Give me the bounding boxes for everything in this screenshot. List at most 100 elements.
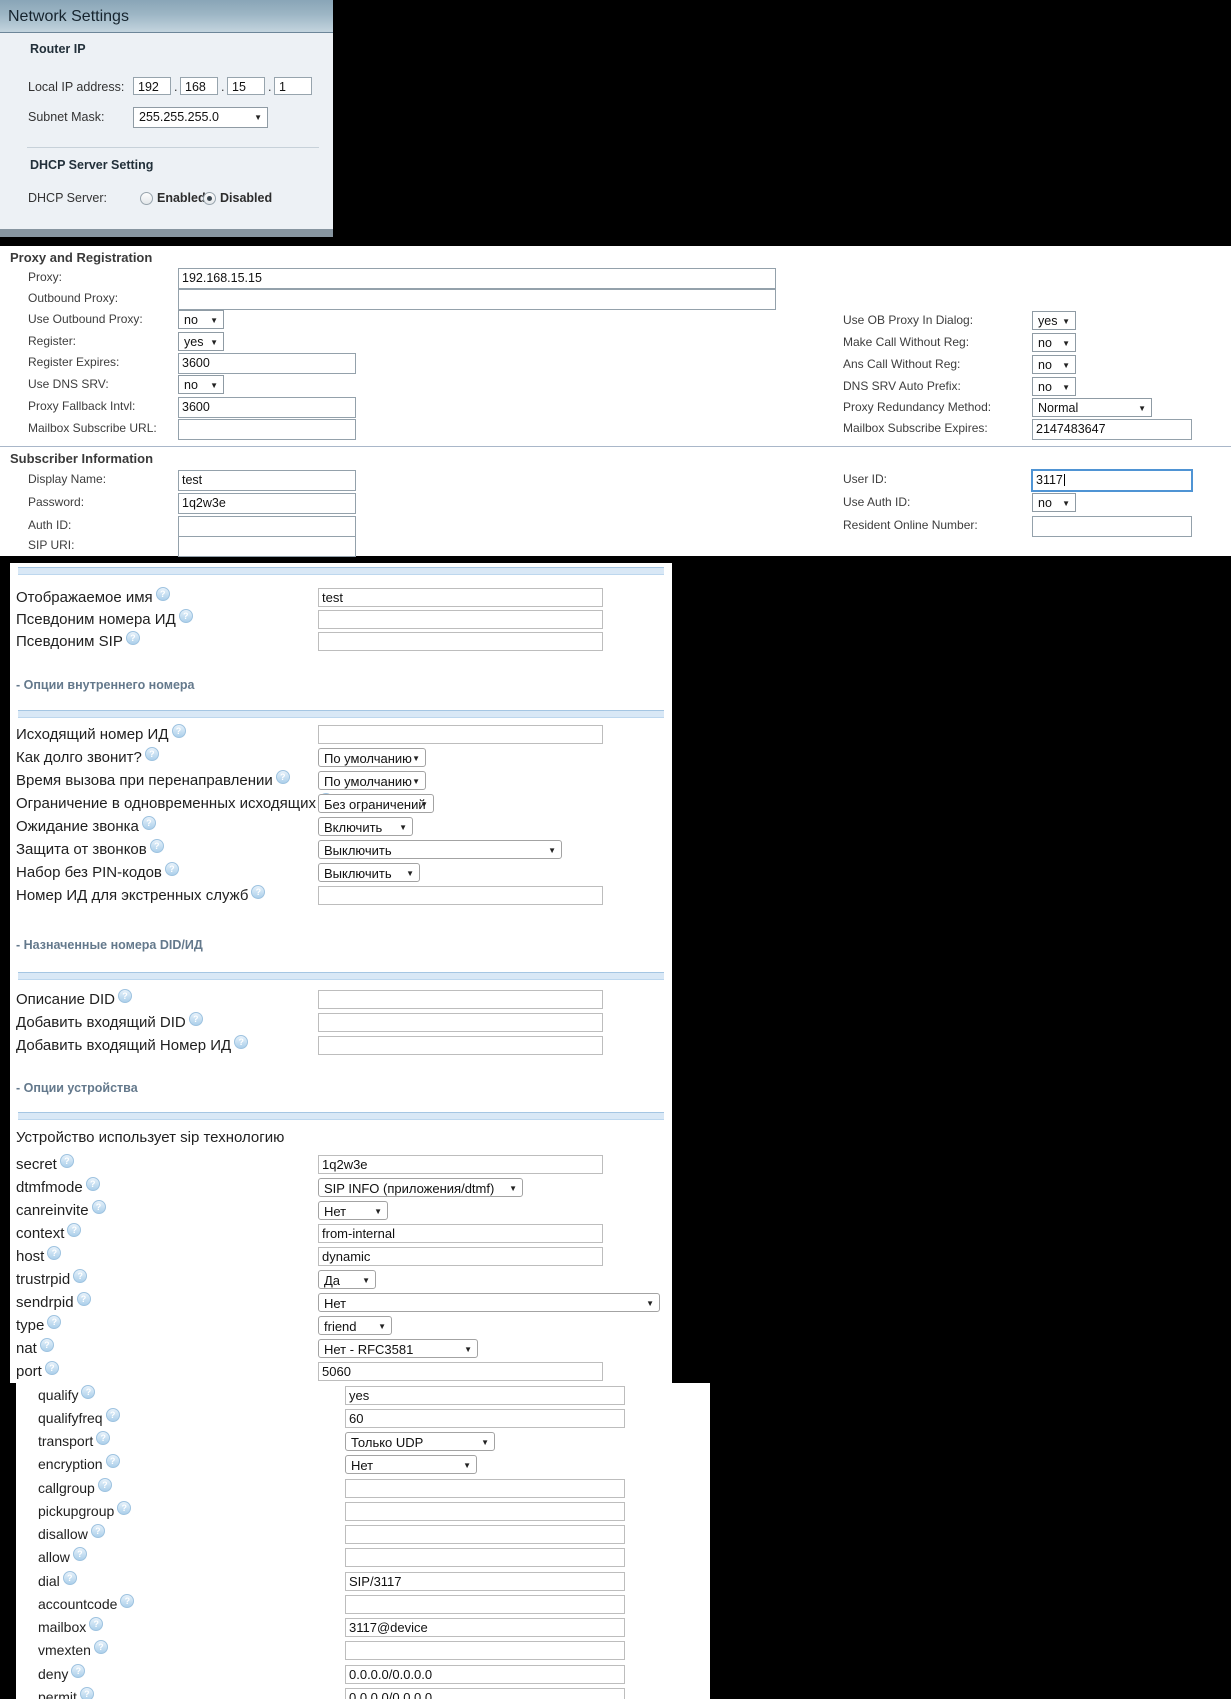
text-input[interactable]: test (178, 470, 356, 491)
help-icon[interactable]: ? (142, 816, 156, 830)
select-dropdown[interactable]: Без ограничений▼ (318, 794, 434, 813)
text-input[interactable] (345, 1595, 625, 1614)
help-icon[interactable]: ? (189, 1012, 203, 1026)
select-dropdown[interactable]: yes▼ (1032, 311, 1076, 330)
text-input[interactable] (1032, 516, 1192, 537)
help-icon[interactable]: ? (98, 1478, 112, 1492)
text-input[interactable] (345, 1479, 625, 1498)
text-input[interactable]: yes (345, 1386, 625, 1405)
text-input[interactable] (318, 725, 603, 744)
help-icon[interactable]: ? (89, 1617, 103, 1631)
help-icon[interactable]: ? (172, 724, 186, 738)
text-input[interactable]: 3600 (178, 353, 356, 374)
help-icon[interactable]: ? (47, 1246, 61, 1260)
text-input[interactable] (178, 536, 356, 557)
help-icon[interactable]: ? (106, 1408, 120, 1422)
text-input[interactable]: 60 (345, 1409, 625, 1428)
help-icon[interactable]: ? (40, 1338, 54, 1352)
help-icon[interactable]: ? (117, 1501, 131, 1515)
help-icon[interactable]: ? (47, 1315, 61, 1329)
help-icon[interactable]: ? (179, 609, 193, 623)
help-icon[interactable]: ? (120, 1594, 134, 1608)
select-dropdown[interactable]: Нет▼ (318, 1293, 660, 1312)
select-dropdown[interactable]: Включить▼ (318, 817, 413, 836)
help-icon[interactable]: ? (126, 631, 140, 645)
ip-octet-input[interactable]: 15 (227, 77, 265, 95)
select-dropdown[interactable]: no▼ (1032, 493, 1076, 512)
text-input[interactable]: 3117 (1031, 469, 1193, 492)
select-dropdown[interactable]: По умолчанию▼ (318, 748, 426, 767)
ip-octet-input[interactable]: 1 (274, 77, 312, 95)
select-dropdown[interactable]: yes▼ (178, 332, 224, 351)
text-input[interactable] (178, 419, 356, 440)
select-dropdown[interactable]: Нет - RFC3581▼ (318, 1339, 478, 1358)
select-dropdown[interactable]: По умолчанию▼ (318, 771, 426, 790)
select-dropdown[interactable]: no▼ (178, 375, 224, 394)
help-icon[interactable]: ? (45, 1361, 59, 1375)
radio-enabled[interactable] (140, 192, 153, 205)
text-input[interactable] (345, 1548, 625, 1567)
help-icon[interactable]: ? (60, 1154, 74, 1168)
text-input[interactable]: 1q2w3e (318, 1155, 603, 1174)
help-icon[interactable]: ? (96, 1431, 110, 1445)
ip-octet-input[interactable]: 168 (180, 77, 218, 95)
select-dropdown[interactable]: Только UDP▼ (345, 1432, 495, 1451)
text-input[interactable] (318, 1036, 603, 1055)
text-input[interactable] (318, 610, 603, 629)
text-input[interactable]: 0.0.0.0/0.0.0.0 (345, 1665, 625, 1684)
text-input[interactable]: 3600 (178, 397, 356, 418)
select-dropdown[interactable]: no▼ (1032, 377, 1076, 396)
help-icon[interactable]: ? (118, 989, 132, 1003)
select-dropdown[interactable]: Выключить▼ (318, 840, 562, 859)
help-icon[interactable]: ? (77, 1292, 91, 1306)
select-dropdown[interactable]: friend▼ (318, 1316, 392, 1335)
select-dropdown[interactable]: Выключить▼ (318, 863, 420, 882)
text-input[interactable] (318, 1013, 603, 1032)
text-input[interactable] (178, 289, 776, 310)
text-input[interactable] (345, 1525, 625, 1544)
select-dropdown[interactable]: Да▼ (318, 1270, 376, 1289)
text-input[interactable]: SIP/3117 (345, 1572, 625, 1591)
text-input[interactable]: 3117@device (345, 1618, 625, 1637)
help-icon[interactable]: ? (80, 1687, 94, 1699)
text-input[interactable] (345, 1641, 625, 1660)
select-dropdown[interactable]: SIP INFO (приложения/dtmf)▼ (318, 1178, 523, 1197)
help-icon[interactable]: ? (145, 747, 159, 761)
select-dropdown[interactable]: no▼ (1032, 333, 1076, 352)
text-input[interactable]: from-internal (318, 1224, 603, 1243)
help-icon[interactable]: ? (165, 862, 179, 876)
text-input[interactable]: 5060 (318, 1362, 603, 1381)
text-input[interactable]: 2147483647 (1032, 419, 1192, 440)
help-icon[interactable]: ? (251, 885, 265, 899)
text-input[interactable]: test (318, 588, 603, 607)
help-icon[interactable]: ? (150, 839, 164, 853)
help-icon[interactable]: ? (81, 1385, 95, 1399)
ip-octet-input[interactable]: 192 (133, 77, 171, 95)
text-input[interactable] (318, 886, 603, 905)
select-dropdown[interactable]: Нет▼ (318, 1201, 388, 1220)
help-icon[interactable]: ? (156, 587, 170, 601)
select-dropdown[interactable]: Нет▼ (345, 1455, 477, 1474)
text-input[interactable] (318, 632, 603, 651)
help-icon[interactable]: ? (67, 1223, 81, 1237)
text-input[interactable]: 1q2w3e (178, 493, 356, 514)
text-input[interactable] (178, 516, 356, 537)
radio-disabled[interactable] (203, 192, 216, 205)
text-input[interactable]: dynamic (318, 1247, 603, 1266)
text-input[interactable] (345, 1502, 625, 1521)
help-icon[interactable]: ? (91, 1524, 105, 1538)
help-icon[interactable]: ? (92, 1200, 106, 1214)
help-icon[interactable]: ? (106, 1454, 120, 1468)
help-icon[interactable]: ? (71, 1664, 85, 1678)
select-dropdown[interactable]: no▼ (1032, 355, 1076, 374)
help-icon[interactable]: ? (234, 1035, 248, 1049)
help-icon[interactable]: ? (86, 1177, 100, 1191)
help-icon[interactable]: ? (73, 1547, 87, 1561)
help-icon[interactable]: ? (63, 1571, 77, 1585)
help-icon[interactable]: ? (73, 1269, 87, 1283)
text-input[interactable]: 192.168.15.15 (178, 268, 776, 289)
text-input[interactable]: 0.0.0.0/0.0.0.0 (345, 1688, 625, 1699)
select-dropdown[interactable]: no▼ (178, 310, 224, 329)
help-icon[interactable]: ? (276, 770, 290, 784)
help-icon[interactable]: ? (94, 1640, 108, 1654)
